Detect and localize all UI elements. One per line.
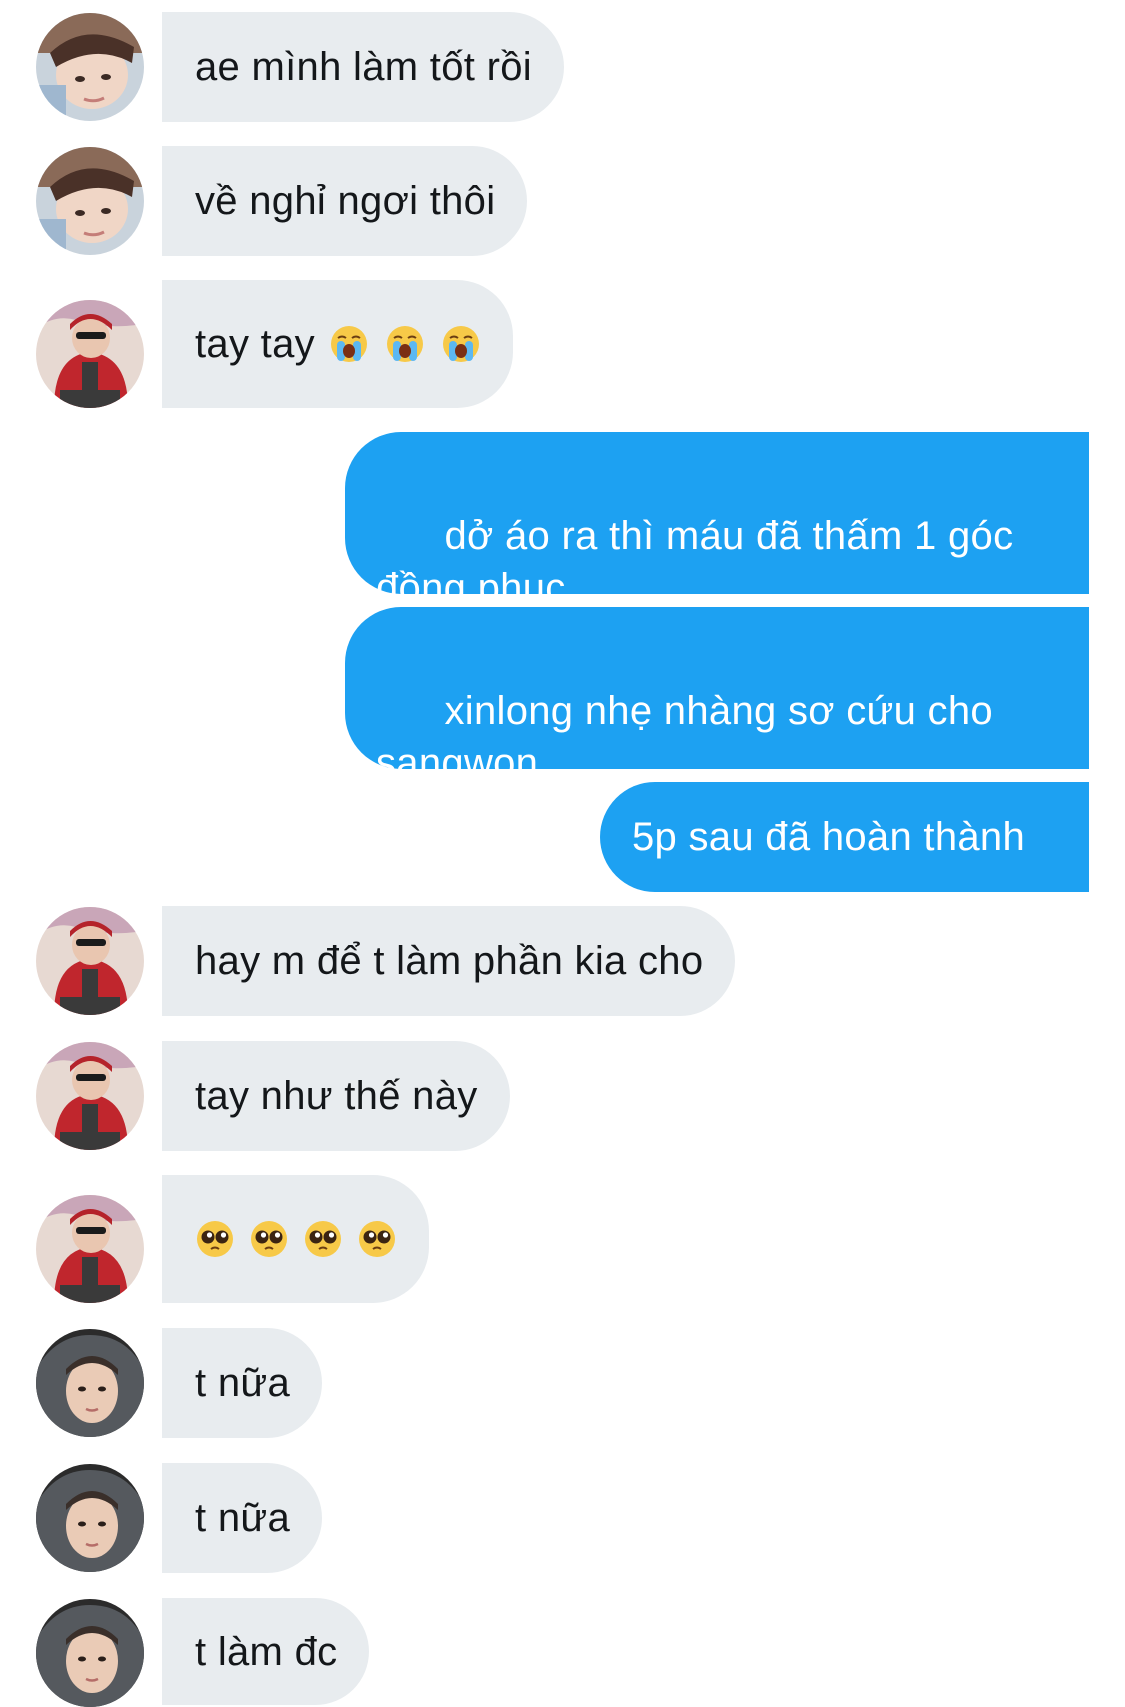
message-bubble[interactable] xyxy=(162,1175,429,1303)
message-bubble[interactable]: dở áo ra thì máu đã thấm 1 góc đồng phục xyxy=(345,432,1089,610)
message-bubble[interactable]: 5p sau đã hoàn thành xyxy=(600,782,1089,892)
message-bubble[interactable]: t nữa xyxy=(162,1463,322,1573)
message-row xyxy=(0,1175,1125,1303)
loudly-crying-face-icon xyxy=(386,326,423,362)
avatar[interactable] xyxy=(36,907,144,1015)
message-text: t làm đc xyxy=(195,1629,338,1674)
avatar[interactable] xyxy=(36,147,144,255)
message-row: dở áo ra thì máu đã thấm 1 góc đồng phục xyxy=(0,432,1125,610)
message-bubble[interactable]: t làm đc xyxy=(162,1598,370,1705)
message-row: về nghỉ ngơi thôi xyxy=(0,146,1125,256)
pleading-face-icon xyxy=(251,1221,287,1257)
message-row: xinlong nhẹ nhàng sơ cứu cho sangwon xyxy=(0,607,1125,785)
message-row: ae mình làm tốt rồi xyxy=(0,12,1125,122)
message-text: hay m để t làm phần kia cho xyxy=(195,939,704,983)
message-text: về nghỉ ngơi thôi xyxy=(195,179,496,223)
message-text: dở áo ra thì máu đã thấm 1 góc đồng phục xyxy=(376,514,1014,610)
emoji-group xyxy=(195,1219,397,1259)
message-bubble[interactable]: về nghỉ ngơi thôi xyxy=(162,146,528,256)
pleading-face-icon xyxy=(197,1221,233,1257)
message-row: t làm đc xyxy=(0,1598,1125,1707)
message-bubble[interactable]: ae mình làm tốt rồi xyxy=(162,12,564,122)
message-bubble[interactable]: tay tay xyxy=(162,280,513,408)
message-row: tay tay xyxy=(0,280,1125,408)
message-text: t nữa xyxy=(195,1496,290,1540)
loudly-crying-face-icon xyxy=(330,326,367,362)
message-row: t nữa xyxy=(0,1328,1125,1438)
message-text: tay như thế này xyxy=(195,1074,478,1118)
dm-thread: ae mình làm tốt rồi về nghỉ ngơi thôi ta… xyxy=(0,0,1125,1707)
message-text: tay tay xyxy=(195,322,315,366)
message-text: ae mình làm tốt rồi xyxy=(195,45,532,89)
emoji-group xyxy=(329,324,481,364)
avatar[interactable] xyxy=(36,1195,144,1303)
loudly-crying-face-icon xyxy=(442,326,479,362)
message-bubble[interactable]: xinlong nhẹ nhàng sơ cứu cho sangwon xyxy=(345,607,1089,785)
message-text: t nữa xyxy=(195,1361,290,1405)
avatar[interactable] xyxy=(36,1042,144,1150)
message-row: 5p sau đã hoàn thành xyxy=(0,782,1125,892)
message-row: tay như thế này xyxy=(0,1041,1125,1151)
message-text: xinlong nhẹ nhàng sơ cứu cho sangwon xyxy=(376,689,993,785)
message-bubble[interactable]: t nữa xyxy=(162,1328,322,1438)
message-text: 5p sau đã hoàn thành xyxy=(632,815,1026,859)
avatar[interactable] xyxy=(36,1329,144,1437)
message-row: hay m để t làm phần kia cho xyxy=(0,906,1125,1016)
message-bubble[interactable]: tay như thế này xyxy=(162,1041,510,1151)
pleading-face-icon xyxy=(305,1221,341,1257)
message-bubble[interactable]: hay m để t làm phần kia cho xyxy=(162,906,736,1016)
avatar[interactable] xyxy=(36,13,144,121)
avatar[interactable] xyxy=(36,1464,144,1572)
message-row: t nữa xyxy=(0,1463,1125,1573)
avatar[interactable] xyxy=(36,1599,144,1707)
avatar[interactable] xyxy=(36,300,144,408)
pleading-face-icon xyxy=(359,1221,395,1257)
